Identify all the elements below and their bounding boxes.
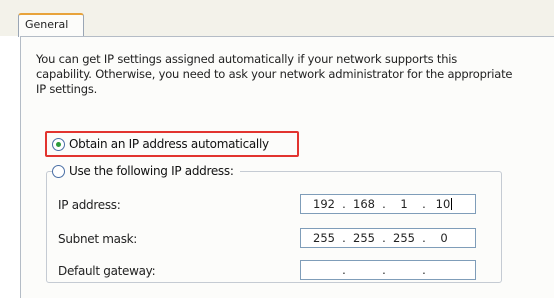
- ip-address-octet-2: 168: [353, 197, 375, 211]
- ip-address-octet-4: 10: [435, 197, 451, 211]
- subnet-mask-octet-4: 0: [440, 231, 448, 245]
- ip-address-octet-4-wrap: 10: [429, 197, 459, 211]
- description-text: You can get IP settings assigned automat…: [36, 52, 513, 96]
- subnet-mask-separator: .: [342, 231, 346, 245]
- tab-general[interactable]: General: [18, 13, 84, 37]
- default-gateway-separator: .: [382, 263, 386, 277]
- ip-address-input[interactable]: 192 . 168 . 1 . 10: [300, 194, 476, 214]
- ip-address-separator: .: [342, 197, 346, 211]
- obtain-ip-automatically-label: Obtain an IP address automatically: [69, 137, 269, 151]
- subnet-mask-separator: .: [382, 231, 386, 245]
- use-following-ip-option[interactable]: Use the following IP address:: [52, 164, 240, 178]
- ip-address-octet-3: 1: [400, 197, 408, 211]
- default-gateway-separator: .: [342, 263, 346, 277]
- subnet-mask-separator: .: [422, 231, 426, 245]
- subnet-mask-octet-2: 255: [353, 231, 375, 245]
- subnet-mask-input[interactable]: 255 . 255 . 255 . 0: [300, 228, 476, 248]
- default-gateway-label: Default gateway:: [58, 264, 156, 278]
- default-gateway-separator: .: [422, 263, 426, 277]
- ip-address-separator: .: [422, 197, 426, 211]
- radio-obtain-automatically[interactable]: [52, 137, 65, 151]
- default-gateway-input[interactable]: . . .: [300, 260, 476, 280]
- subnet-mask-octet-3: 255: [393, 231, 415, 245]
- use-following-ip-label: Use the following IP address:: [69, 164, 234, 178]
- tcpip-properties-dialog: General You can get IP settings assigned…: [0, 0, 554, 298]
- ip-address-label: IP address:: [58, 198, 121, 212]
- obtain-ip-automatically-option[interactable]: Obtain an IP address automatically: [52, 137, 269, 151]
- radio-use-following-ip[interactable]: [52, 164, 65, 178]
- tab-general-label: General: [25, 18, 69, 31]
- subnet-mask-label: Subnet mask:: [58, 232, 138, 246]
- ip-address-separator: .: [382, 197, 386, 211]
- subnet-mask-octet-1: 255: [313, 231, 335, 245]
- text-caret: [451, 198, 453, 210]
- ip-address-octet-1: 192: [313, 197, 335, 211]
